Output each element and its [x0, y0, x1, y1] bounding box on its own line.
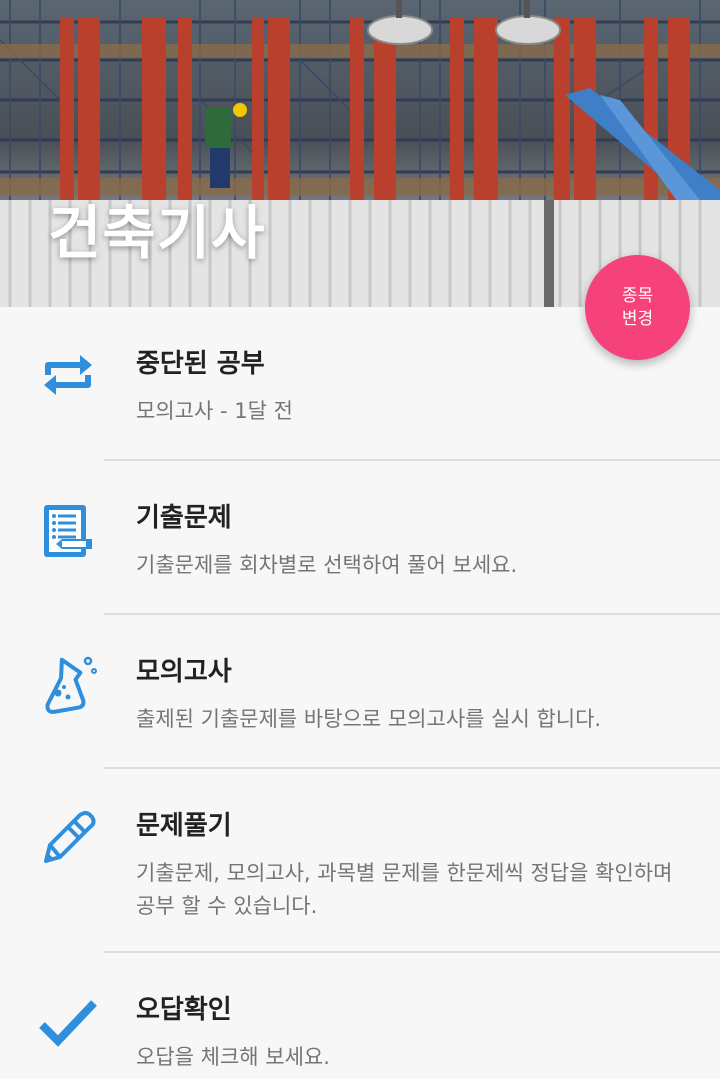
menu-item-desc: 기출문제를 회차별로 선택하여 풀어 보세요.	[136, 553, 518, 577]
menu-item-solve-problems[interactable]: 문제풀기 기출문제, 모의고사, 과목별 문제를 한문제씩 정답을 확인하며 공…	[0, 769, 720, 953]
main-menu: 중단된 공부 모의고사 - 1달 전 기출문제 기출문제를 회차별로 선택하여 …	[0, 307, 720, 1079]
menu-item-desc: 오답을 체크해 보세요.	[136, 1045, 330, 1069]
change-category-label-1: 종목	[621, 285, 654, 306]
flask-icon	[36, 651, 100, 715]
menu-item-title: 중단된 공부	[136, 349, 265, 379]
menu-item-title: 오답확인	[136, 995, 232, 1025]
menu-item-desc: 모의고사 - 1달 전	[136, 399, 293, 423]
change-category-button[interactable]: 종목 변경	[585, 255, 690, 360]
menu-item-title: 기출문제	[136, 503, 232, 533]
menu-item-mock-exam[interactable]: 모의고사 출제된 기출문제를 바탕으로 모의고사를 실시 합니다.	[0, 615, 720, 769]
swap-arrows-icon	[36, 343, 100, 407]
page-title: 건축기사	[48, 199, 266, 267]
menu-item-title: 모의고사	[136, 657, 232, 687]
notebook-icon	[36, 499, 100, 563]
pencil-icon	[36, 805, 100, 869]
menu-item-past-exams[interactable]: 기출문제 기출문제를 회차별로 선택하여 풀어 보세요.	[0, 461, 720, 615]
checkmark-icon	[36, 991, 100, 1055]
menu-item-review-wrong-answers[interactable]: 오답확인 오답을 체크해 보세요.	[0, 953, 720, 1079]
menu-item-desc: 출제된 기출문제를 바탕으로 모의고사를 실시 합니다.	[136, 707, 602, 731]
menu-item-title: 문제풀기	[136, 811, 232, 841]
change-category-label-2: 변경	[621, 308, 654, 329]
menu-item-desc: 기출문제, 모의고사, 과목별 문제를 한문제씩 정답을 확인하며 공부 할 수…	[136, 861, 673, 918]
